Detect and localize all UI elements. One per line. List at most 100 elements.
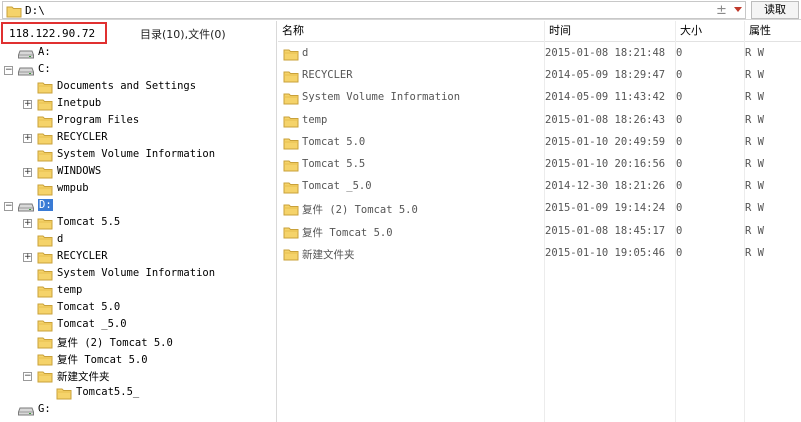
file-size: 0 xyxy=(676,224,683,237)
tree-drive[interactable]: − D: xyxy=(0,198,277,214)
tree-item-label: Tomcat _5.0 xyxy=(57,318,127,330)
folder-icon xyxy=(37,336,53,352)
tree-folder[interactable]: + WINDOWS xyxy=(0,164,277,180)
table-row[interactable]: 复件 Tomcat 5.0 2015-01-08 18:45:17 0 R W xyxy=(278,222,801,244)
tree-item-label: 复件 Tomcat 5.0 xyxy=(57,354,148,366)
expand-icon[interactable]: + xyxy=(23,100,32,109)
tree-item-label: Inetpub xyxy=(57,97,102,109)
modified-time: 2014-05-09 11:43:42 xyxy=(545,91,666,104)
folder-icon xyxy=(56,387,72,403)
tree-item-label: d xyxy=(57,233,64,245)
tree-folder[interactable]: + RECYCLER xyxy=(0,130,277,146)
expand-icon[interactable]: + xyxy=(23,134,32,143)
file-name: 新建文件夹 xyxy=(302,248,355,261)
table-row[interactable]: Tomcat 5.5 2015-01-10 20:16:56 0 R W xyxy=(278,155,801,177)
table-row[interactable]: RECYCLER 2014-05-09 18:29:47 0 R W xyxy=(278,66,801,88)
folder-icon xyxy=(37,149,53,165)
tree-item-label: C: xyxy=(38,63,51,75)
file-attributes: R W xyxy=(745,47,764,59)
folder-icon xyxy=(283,70,299,86)
column-header-attributes[interactable]: 属性 xyxy=(745,21,801,42)
expand-icon[interactable]: + xyxy=(23,219,32,228)
file-attributes: R W xyxy=(745,69,764,82)
tree-folder[interactable]: Program Files xyxy=(0,113,277,129)
column-header-size[interactable]: 大小 xyxy=(676,21,745,42)
table-row[interactable]: Tomcat 5.0 2015-01-10 20:49:59 0 R W xyxy=(278,133,801,155)
table-row[interactable]: 复件 (2) Tomcat 5.0 2015-01-09 19:14:24 0 R W xyxy=(278,199,801,221)
tree-folder[interactable]: 复件 Tomcat 5.0 xyxy=(0,351,277,367)
tree-folder[interactable]: temp xyxy=(0,283,277,299)
drive-icon xyxy=(18,49,34,62)
folder-icon xyxy=(37,268,53,284)
file-attributes: R W xyxy=(745,224,764,237)
drive-icon xyxy=(18,66,34,79)
path-combobox[interactable]: D:\ ± xyxy=(2,1,746,19)
file-name: d xyxy=(302,47,309,59)
tree-item-label: Tomcat 5.5 xyxy=(57,216,121,228)
file-attributes: R W xyxy=(745,180,764,193)
table-row[interactable]: 新建文件夹 2015-01-10 19:05:46 0 R W xyxy=(278,244,801,266)
collapse-icon[interactable]: − xyxy=(4,66,13,75)
folder-icon xyxy=(37,183,53,199)
tree-item-label: 新建文件夹 xyxy=(57,371,110,383)
table-row[interactable]: temp 2015-01-08 18:26:43 0 R W xyxy=(278,111,801,133)
modified-time: 2015-01-10 19:05:46 xyxy=(545,246,666,259)
expand-icon[interactable]: + xyxy=(23,253,32,262)
file-size: 0 xyxy=(676,113,683,126)
file-name: 复件 (2) Tomcat 5.0 xyxy=(302,204,418,217)
table-row[interactable]: System Volume Information 2014-05-09 11:4… xyxy=(278,88,801,110)
drive-icon xyxy=(18,202,34,215)
tree-item-label: WINDOWS xyxy=(57,165,102,177)
tree-folder[interactable]: − 新建文件夹 xyxy=(0,368,277,384)
table-row[interactable]: Tomcat _5.0 2014-12-30 18:21:26 0 R W xyxy=(278,177,801,199)
tree-folder[interactable]: System Volume Information xyxy=(0,147,277,163)
modified-time: 2014-12-30 18:21:26 xyxy=(545,180,666,193)
tree-folder[interactable]: d xyxy=(0,232,277,248)
read-button[interactable]: 读取 xyxy=(751,1,799,19)
tree-item-label: System Volume Information xyxy=(57,148,216,160)
tree-folder[interactable]: + RECYCLER xyxy=(0,249,277,265)
drive-icon xyxy=(18,406,34,419)
tree-folder[interactable]: Tomcat5.5_ xyxy=(0,385,277,401)
tree-folder[interactable]: + Inetpub xyxy=(0,96,277,112)
file-size: 0 xyxy=(676,246,683,259)
tree-drive[interactable]: A: xyxy=(0,45,277,61)
collapse-icon[interactable]: − xyxy=(4,202,13,211)
tree-folder[interactable]: Tomcat _5.0 xyxy=(0,317,277,333)
tree-folder[interactable]: Tomcat 5.0 xyxy=(0,300,277,316)
folder-icon xyxy=(283,226,299,242)
file-name: System Volume Information xyxy=(302,91,461,104)
tree-item-label: System Volume Information xyxy=(57,267,216,279)
file-name: 复件 Tomcat 5.0 xyxy=(302,226,393,239)
ip-address: 118.122.90.72 xyxy=(9,27,96,40)
tree-drive[interactable]: G: xyxy=(0,402,277,418)
file-name: Tomcat _5.0 xyxy=(302,180,372,193)
file-size: 0 xyxy=(676,47,683,59)
tree-item-label: wmpub xyxy=(57,182,89,194)
tree-folder[interactable]: wmpub xyxy=(0,181,277,197)
column-header-time[interactable]: 时间 xyxy=(545,21,676,42)
tree-folder[interactable]: System Volume Information xyxy=(0,266,277,282)
ip-address-box: 118.122.90.72 xyxy=(1,22,107,44)
chevron-down-icon[interactable] xyxy=(734,7,742,12)
tree-item-label: D: xyxy=(38,199,53,211)
file-size: 0 xyxy=(676,180,683,193)
column-header-name[interactable]: 名称 xyxy=(278,21,545,42)
file-size: 0 xyxy=(676,158,683,170)
folder-icon xyxy=(37,115,53,131)
expand-icon[interactable]: + xyxy=(23,168,32,177)
modified-time: 2015-01-10 20:49:59 xyxy=(545,135,666,148)
tree-item-label: temp xyxy=(57,284,83,296)
tree-folder[interactable]: + Tomcat 5.5 xyxy=(0,215,277,231)
tree-item-label: A: xyxy=(38,46,51,58)
collapse-icon[interactable]: − xyxy=(23,372,32,381)
table-row[interactable]: d 2015-01-08 18:21:48 0 R W xyxy=(278,44,801,66)
add-icon[interactable]: ± xyxy=(716,3,727,18)
address-bar: D:\ ± 读取 xyxy=(0,0,801,20)
folder-icon xyxy=(37,166,53,182)
tree-folder[interactable]: 复件 (2) Tomcat 5.0 xyxy=(0,334,277,350)
folder-icon xyxy=(37,98,53,114)
tree-folder[interactable]: Documents and Settings xyxy=(0,79,277,95)
tree-drive[interactable]: − C: xyxy=(0,62,277,78)
file-list-pane: 名称 时间 大小 属性 d 2015-01-08 18:21:48 0 R W RECY… xyxy=(278,21,801,422)
